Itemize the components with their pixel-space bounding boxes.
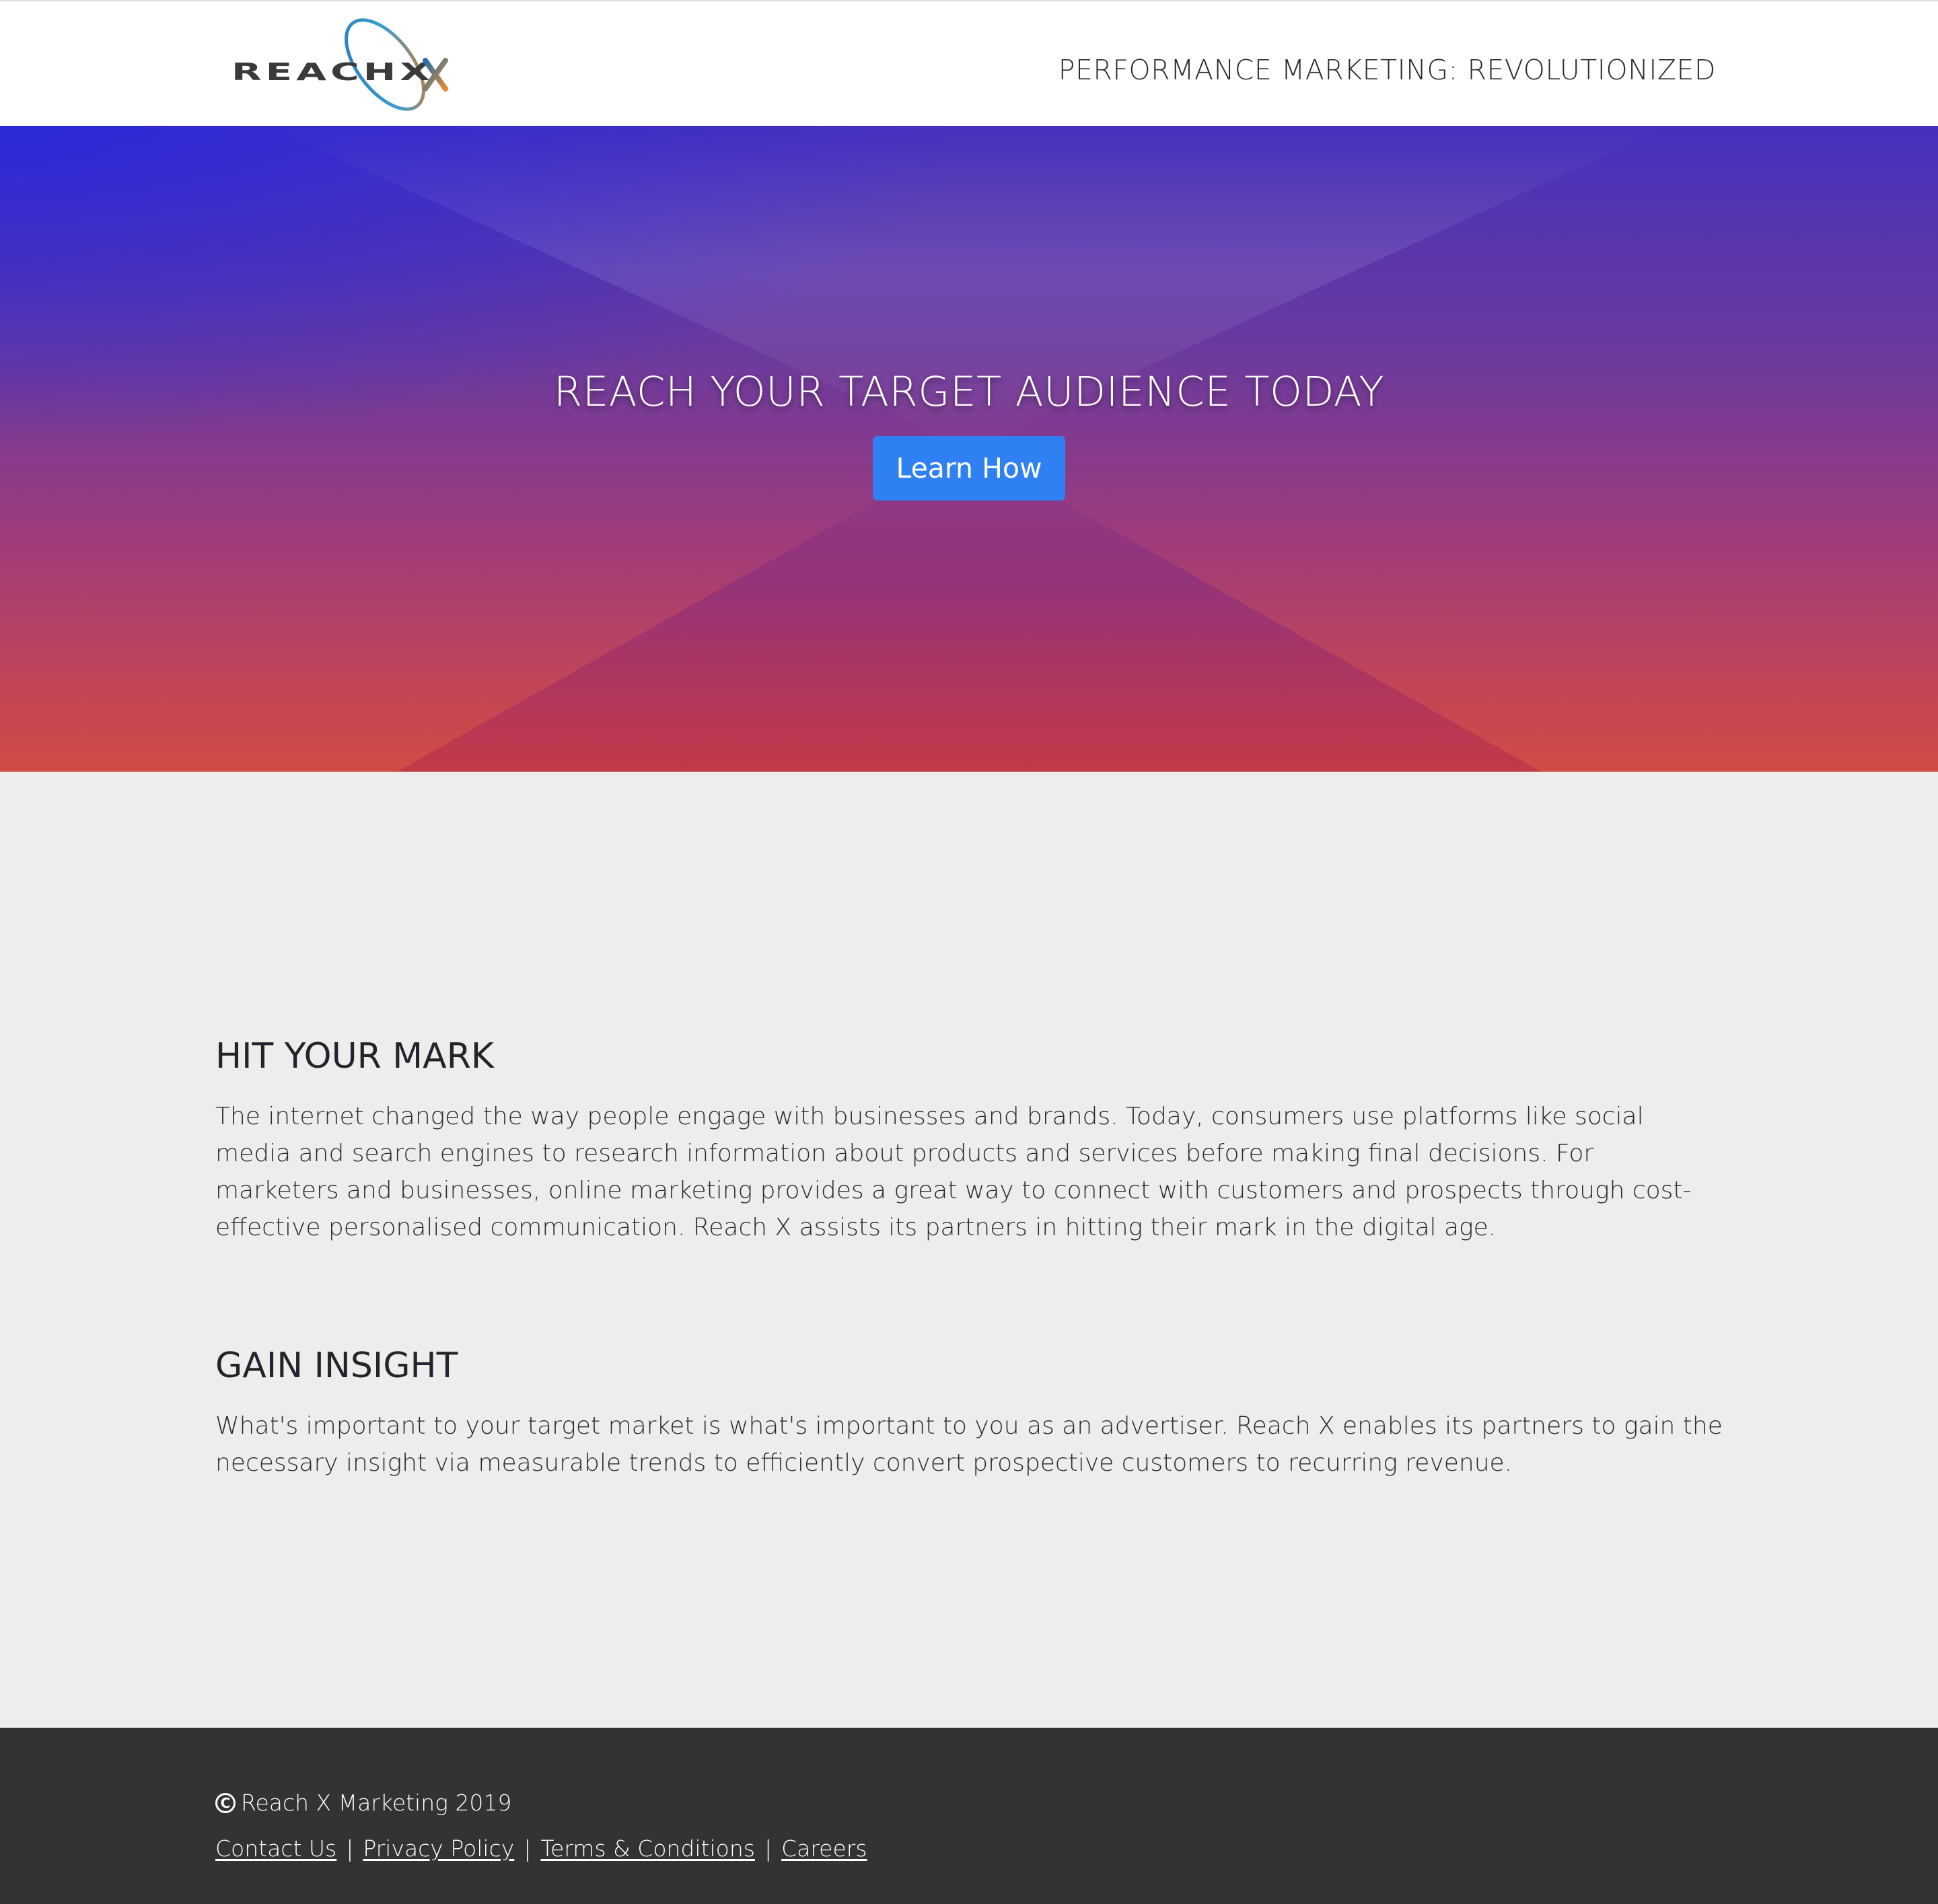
copyright-icon: C [215, 1792, 236, 1813]
section-gain-insight: GAIN INSIGHT What's important to your ta… [215, 1346, 1723, 1481]
hero-title: REACH YOUR TARGET AUDIENCE TODAY [553, 368, 1385, 416]
site-footer: C Reach X Marketing 2019 Contact Us | Priv… [0, 1728, 1938, 1904]
copyright-notice: C Reach X Marketing 2019 [215, 1790, 511, 1816]
footer-links: Contact Us | Privacy Policy | Terms & Condit… [215, 1835, 867, 1862]
footer-link-careers[interactable]: Careers [781, 1835, 867, 1862]
learn-how-button[interactable]: Learn How [873, 436, 1065, 501]
hero-banner: REACH YOUR TARGET AUDIENCE TODAY Learn H… [0, 126, 1938, 772]
site-header: REACHX PERFORMANCE MARKETING: REVOLUTION… [0, 0, 1938, 126]
footer-link-terms-conditions[interactable]: Terms & Conditions [540, 1835, 755, 1862]
brand-logo[interactable]: REACHX [229, 13, 485, 121]
footer-separator: | [764, 1835, 773, 1862]
svg-text:REACHX: REACHX [231, 58, 434, 86]
section-body: What's important to your target market i… [215, 1412, 1723, 1477]
footer-link-contact-us[interactable]: Contact Us [215, 1835, 336, 1862]
section-body: The internet changed the way people enga… [215, 1103, 1692, 1241]
footer-link-privacy-policy[interactable]: Privacy Policy [363, 1835, 514, 1862]
main-content: HIT YOUR MARK The internet changed the w… [215, 1036, 1723, 1481]
footer-separator: | [524, 1835, 532, 1862]
footer-separator: | [346, 1835, 354, 1862]
hero-content: REACH YOUR TARGET AUDIENCE TODAY Learn H… [0, 368, 1938, 501]
header-tagline: PERFORMANCE MARKETING: REVOLUTIONIZED [1058, 54, 1716, 86]
section-heading: GAIN INSIGHT [215, 1346, 458, 1386]
section-heading: HIT YOUR MARK [215, 1036, 494, 1076]
reachx-logo-icon: REACHX [231, 18, 448, 111]
section-hit-your-mark: HIT YOUR MARK The internet changed the w… [215, 1036, 1723, 1246]
copyright-text: Reach X Marketing 2019 [241, 1790, 512, 1816]
